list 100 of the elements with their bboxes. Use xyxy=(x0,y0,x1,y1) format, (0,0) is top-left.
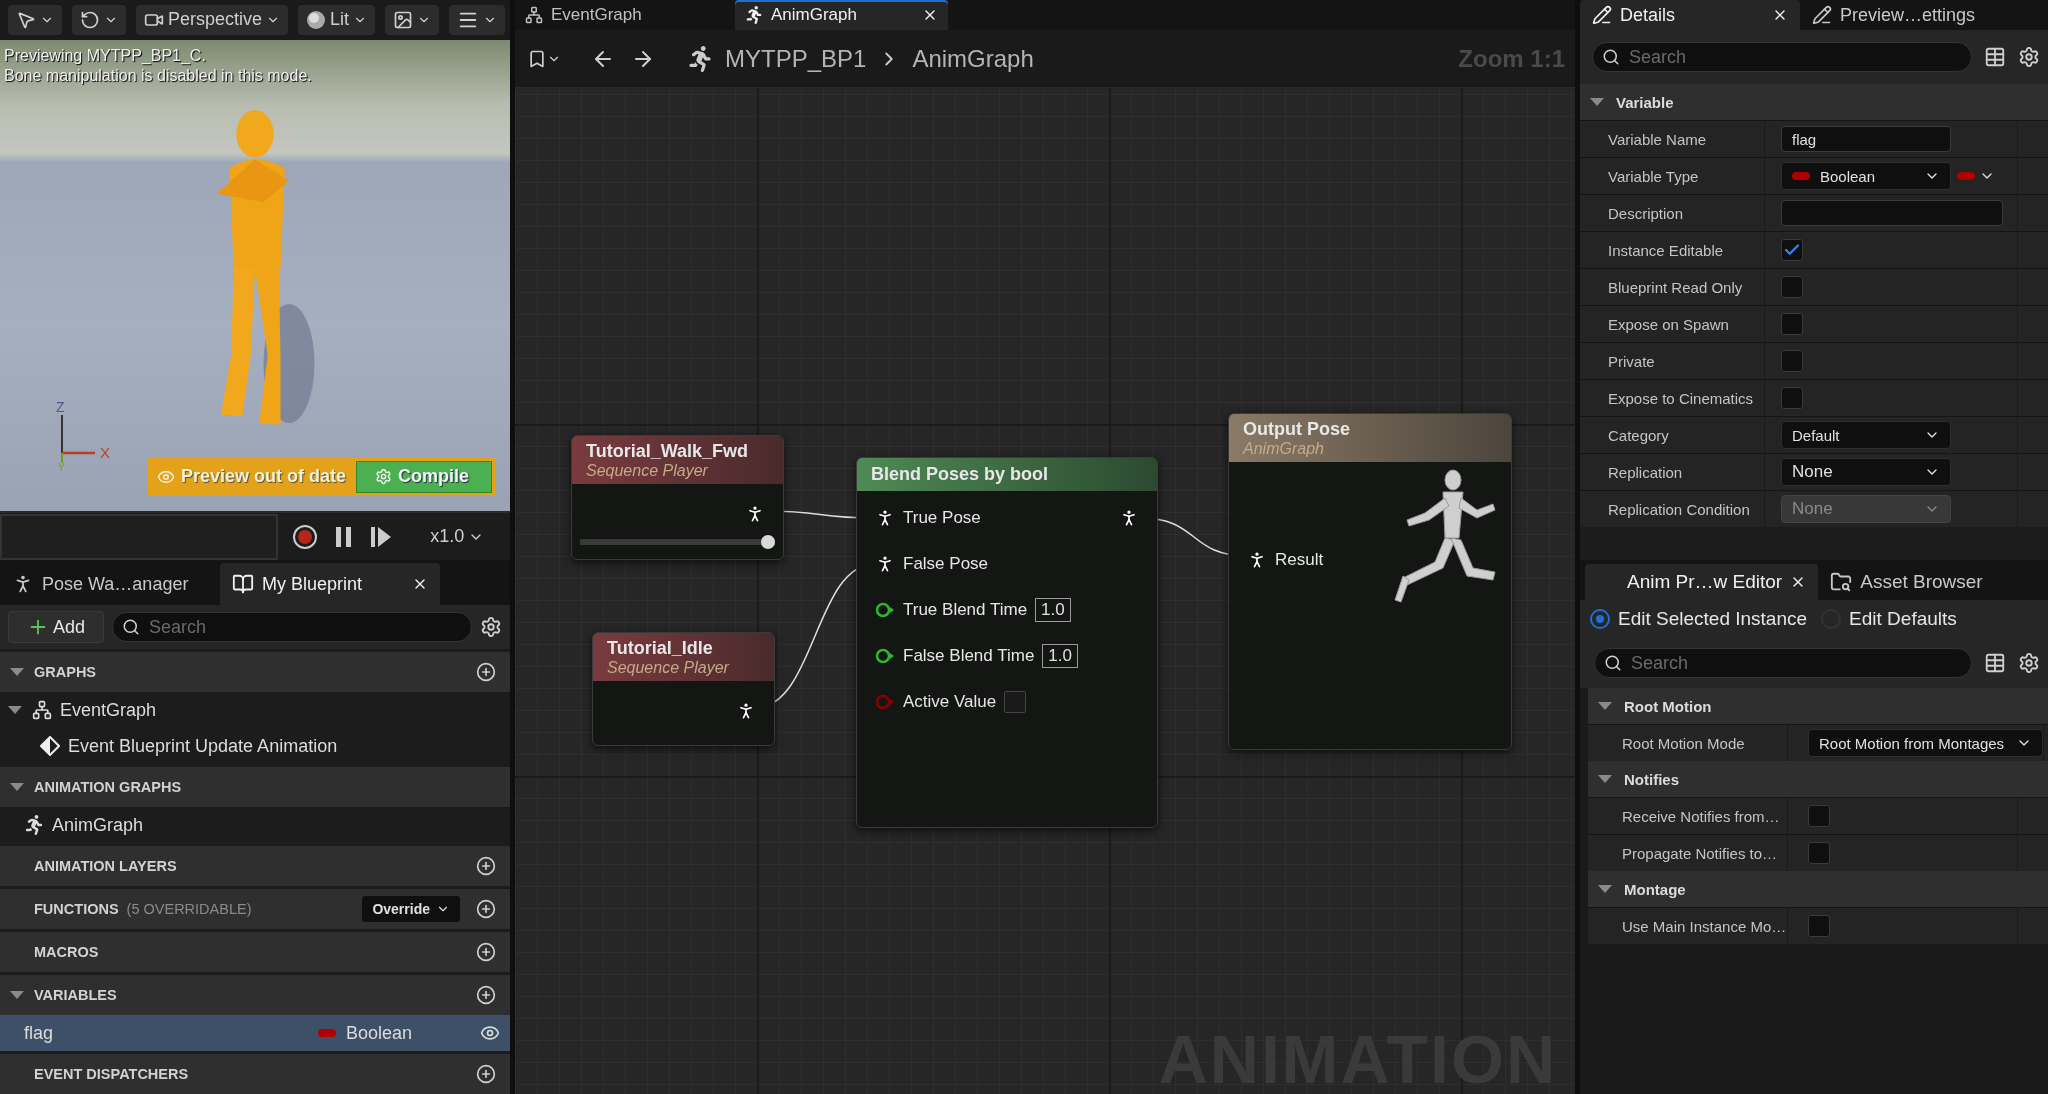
pencil-icon xyxy=(1812,5,1832,25)
panel-tab[interactable]: My Blueprint xyxy=(220,563,440,605)
search-field[interactable]: Search xyxy=(112,612,472,642)
add-icon[interactable] xyxy=(476,942,496,962)
section-header[interactable]: FUNCTIONS (5 OVERRIDABLE) Override xyxy=(0,889,510,929)
running-figure-icon xyxy=(745,6,763,24)
settings-icon[interactable] xyxy=(480,616,502,638)
text-field[interactable] xyxy=(1781,200,2003,226)
node-title: Tutorial_Idle xyxy=(607,638,714,659)
panel-tab[interactable]: Details xyxy=(1580,0,1800,30)
graph-tab[interactable]: AnimGraph xyxy=(735,0,948,30)
table-view-icon[interactable] xyxy=(1984,46,2006,68)
gear-icon xyxy=(375,468,392,486)
running-figure-icon xyxy=(687,45,713,72)
add-icon[interactable] xyxy=(476,856,496,876)
checkbox[interactable] xyxy=(1781,350,1803,372)
graph-node[interactable]: Tutorial_Idle Sequence Player xyxy=(592,632,775,746)
select-mode-button[interactable] xyxy=(8,4,62,35)
node-title: Tutorial_Walk_Fwd xyxy=(586,441,750,462)
breadcrumb-link[interactable]: MYTPP_BP1 xyxy=(725,44,867,73)
add-icon[interactable] xyxy=(476,899,496,919)
panel-tab[interactable]: Anim Pr…w Editor xyxy=(1585,564,1819,600)
expand-arrow-icon xyxy=(8,706,22,714)
type-dropdown[interactable]: Boolean xyxy=(1781,162,1951,190)
dropdown[interactable]: None xyxy=(1781,458,1951,486)
node-title: Blend Poses by bool xyxy=(871,464,1050,485)
category-combo[interactable]: Default xyxy=(1781,421,1951,449)
node-subtitle: Sequence Player xyxy=(607,659,731,677)
add-icon[interactable] xyxy=(476,1064,496,1084)
playback-speed-dropdown[interactable]: x1.0 xyxy=(424,525,491,549)
expand-arrow-icon xyxy=(10,668,24,676)
breadcrumb-link[interactable]: AnimGraph xyxy=(912,44,1034,73)
section-header[interactable]: EVENT DISPATCHERS xyxy=(0,1054,510,1094)
pin-icon xyxy=(875,648,895,664)
view-mode-dropdown[interactable]: Perspective xyxy=(136,4,289,35)
lighting-dropdown[interactable]: Lit xyxy=(298,4,376,35)
dropdown[interactable]: Root Motion from Montages xyxy=(1808,729,2043,757)
expand-arrow-icon xyxy=(10,991,24,999)
add-icon[interactable] xyxy=(476,985,496,1005)
transform-mode-button[interactable] xyxy=(72,4,126,35)
preview-status: Preview out of date xyxy=(150,466,352,488)
radio-option[interactable]: Edit Selected Instance xyxy=(1590,608,1808,630)
section-header[interactable]: VARIABLES xyxy=(0,975,510,1015)
section-header[interactable]: ANIMATION LAYERS xyxy=(0,846,510,886)
category-header[interactable]: Notifies xyxy=(1588,761,2048,797)
add-button[interactable]: Add xyxy=(8,611,105,643)
category-header[interactable]: Variable xyxy=(1580,84,2048,120)
settings-icon[interactable] xyxy=(2018,46,2040,68)
category-header[interactable]: Root Motion xyxy=(1588,688,2048,724)
override-dropdown[interactable]: Override xyxy=(362,896,460,922)
graph-node[interactable]: Blend Poses by bool True Pose False Pose True Blend Time 1.0 False Blend Time 1.0 Active Value xyxy=(856,457,1158,828)
graph-node[interactable]: Output Pose AnimGraph Result xyxy=(1228,413,1512,750)
graph-node[interactable]: Tutorial_Walk_Fwd Sequence Player xyxy=(571,435,784,560)
search-field[interactable]: Search xyxy=(1594,648,1972,678)
checkbox[interactable] xyxy=(1781,387,1803,409)
category-header[interactable]: Montage xyxy=(1588,871,2048,907)
checkbox[interactable] xyxy=(1808,842,1830,864)
panel-tab[interactable]: Pose Wa…anager xyxy=(0,563,220,605)
pin-label: Active Value xyxy=(903,692,997,712)
menu-button[interactable] xyxy=(449,4,506,35)
search-field[interactable]: Search xyxy=(1592,42,1972,72)
expand-arrow-icon xyxy=(1590,98,1604,106)
value-field[interactable]: 1.0 xyxy=(1042,644,1078,668)
node-subtitle: Sequence Player xyxy=(586,462,710,480)
section-header[interactable]: MACROS xyxy=(0,932,510,972)
timeline-field[interactable] xyxy=(0,513,279,560)
section-header[interactable]: ANIMATION GRAPHS xyxy=(0,767,510,807)
pin-label: True Blend Time xyxy=(903,600,1028,620)
graph-tab[interactable]: EventGraph xyxy=(515,0,735,30)
slider-thumb[interactable] xyxy=(761,535,775,549)
pencil-icon xyxy=(1592,5,1612,25)
text-field[interactable]: flag xyxy=(1781,126,1951,152)
checkbox[interactable] xyxy=(1808,915,1830,937)
property-label: Use Main Instance Mo… xyxy=(1588,908,1788,944)
checkbox[interactable] xyxy=(1781,276,1803,298)
graph-icon xyxy=(32,700,52,720)
panel-tab[interactable]: Asset Browser xyxy=(1818,564,2019,600)
table-view-icon[interactable] xyxy=(1984,652,2006,674)
book-icon xyxy=(232,573,254,595)
section-header[interactable]: GRAPHS xyxy=(0,652,510,692)
checkbox[interactable] xyxy=(1781,239,1803,261)
pin-label: Result xyxy=(1275,550,1324,570)
pin-type-icon xyxy=(317,1029,336,1037)
expand-arrow-icon xyxy=(1598,702,1612,710)
eye-icon[interactable] xyxy=(480,1023,500,1043)
radio-option[interactable]: Edit Defaults xyxy=(1821,608,1957,630)
settings-icon[interactable] xyxy=(2018,652,2040,674)
checkbox[interactable] xyxy=(1808,805,1830,827)
viewport-message: Bone manipulation is disabled in this mode. xyxy=(4,65,312,86)
show-options-button[interactable] xyxy=(385,4,440,35)
checkbox[interactable] xyxy=(1004,691,1027,713)
add-icon[interactable] xyxy=(476,662,496,682)
pin-label: True Pose xyxy=(903,508,981,528)
checkbox[interactable] xyxy=(1781,313,1803,335)
node-subtitle: AnimGraph xyxy=(1243,440,1325,458)
folder-search-icon xyxy=(1830,571,1853,593)
rotate-icon xyxy=(80,9,100,30)
panel-tab[interactable]: Preview…ettings xyxy=(1800,0,2040,30)
tree-item[interactable]: flag Boolean xyxy=(0,1015,510,1051)
value-field[interactable]: 1.0 xyxy=(1035,598,1071,622)
